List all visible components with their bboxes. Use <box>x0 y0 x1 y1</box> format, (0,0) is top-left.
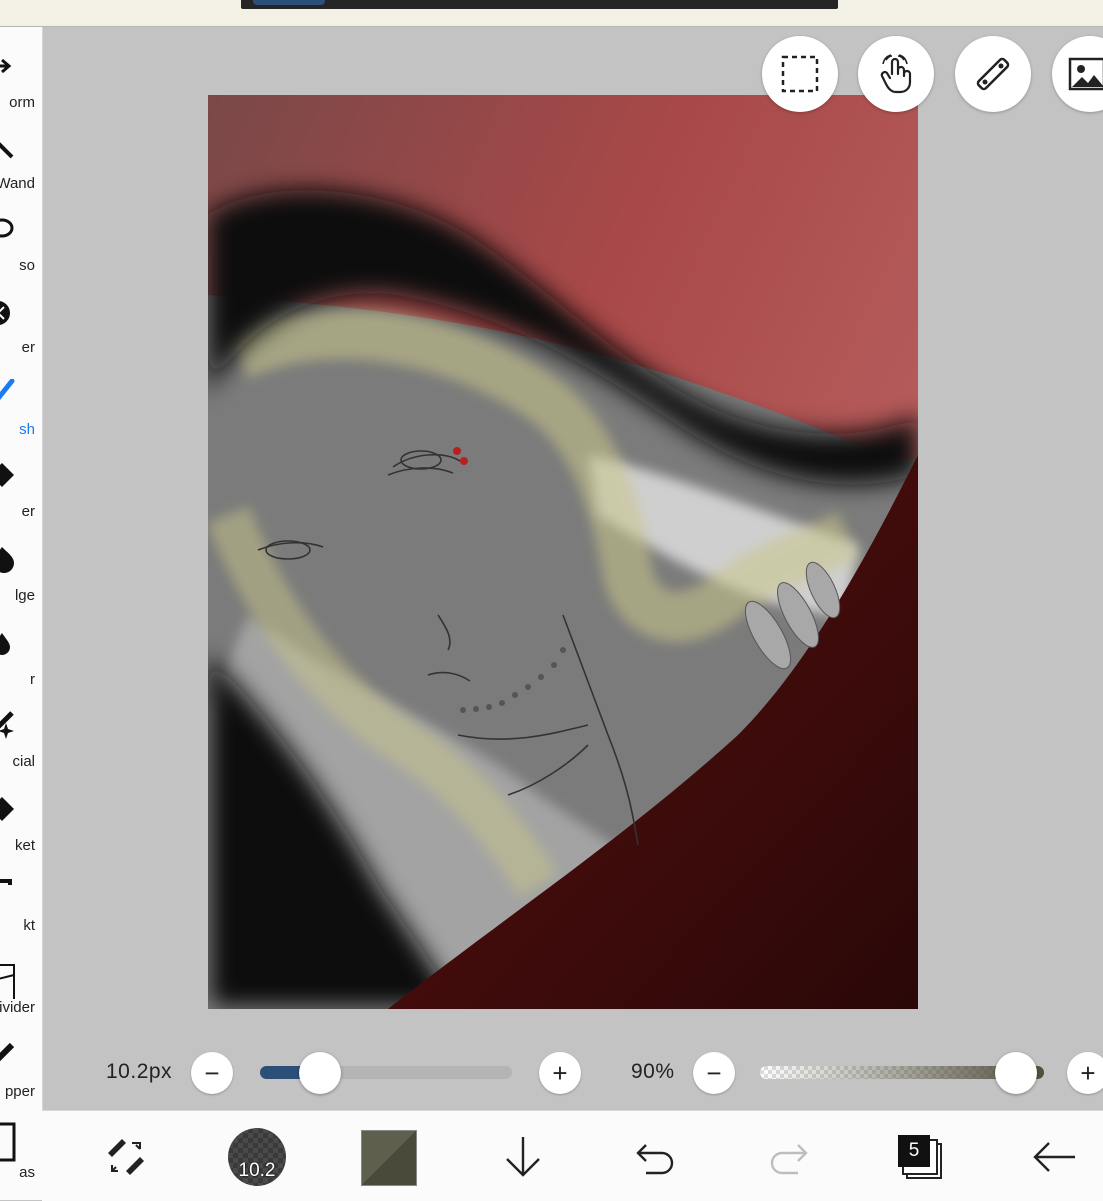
tool-smudge[interactable]: lge <box>0 545 42 629</box>
tool-label: Wand <box>0 175 35 192</box>
opacity-slider-handle[interactable] <box>994 1052 1037 1094</box>
tool-label: as <box>19 1164 35 1181</box>
tool-bucket[interactable]: ket <box>0 795 42 879</box>
selection-button[interactable] <box>762 36 838 112</box>
top-tab-strip <box>241 0 838 9</box>
left-toolbar: orm Wand so er sh er lge r cial ket kt i… <box>0 27 43 1200</box>
magic-wand-icon <box>0 142 14 159</box>
minus-icon: − <box>706 1058 722 1088</box>
gesture-button[interactable] <box>858 36 934 112</box>
plus-icon: + <box>552 1058 568 1088</box>
tool-label: so <box>19 257 35 274</box>
tool-label: ivider <box>0 999 35 1016</box>
bucket-icon <box>0 797 14 821</box>
top-status-bar <box>0 0 1103 27</box>
opacity-increase-button[interactable]: + <box>1067 1052 1103 1094</box>
swap-brush-eraser-button[interactable] <box>100 1131 152 1183</box>
color-swatch <box>361 1130 417 1186</box>
opacity-label: 90% <box>631 1060 675 1083</box>
redo-button[interactable] <box>762 1131 814 1183</box>
brush-icon <box>0 379 15 401</box>
tool-label: orm <box>9 94 35 111</box>
dashed-selection-icon <box>781 55 819 93</box>
blur-icon <box>0 633 10 655</box>
brush-size-increase-button[interactable]: + <box>539 1052 581 1094</box>
tool-frame-divider[interactable]: ivider <box>0 957 42 1041</box>
brush-size-slider[interactable] <box>260 1066 512 1079</box>
arrow-down-icon <box>506 1137 540 1177</box>
redo-icon <box>770 1144 808 1175</box>
brush-preview-size: 10.2 <box>238 1160 276 1181</box>
canvas-icon <box>0 1122 16 1162</box>
tool-special-brush[interactable]: cial <box>0 711 42 795</box>
tool-lasso[interactable]: so <box>0 215 42 299</box>
tool-brush[interactable]: sh <box>0 379 42 463</box>
bottom-toolbar: 10.2 5 <box>42 1110 1103 1201</box>
lasso-icon <box>0 218 14 238</box>
filter-icon <box>0 301 10 325</box>
download-button[interactable] <box>498 1131 548 1183</box>
tool-eyedropper[interactable]: pper <box>0 1041 42 1125</box>
tool-label: r <box>30 671 35 688</box>
tool-text[interactable]: kt <box>0 875 42 959</box>
arrow-left-icon <box>1033 1142 1075 1172</box>
ruler-button[interactable] <box>955 36 1031 112</box>
layers-count: 5 <box>898 1135 930 1167</box>
smudge-icon <box>0 547 14 573</box>
frame-divider-icon <box>0 964 15 999</box>
tool-magic-wand[interactable]: Wand <box>0 133 42 217</box>
image-button[interactable] <box>1052 36 1103 112</box>
tool-label: er <box>21 339 35 356</box>
minus-icon: − <box>204 1058 220 1088</box>
ruler-icon <box>976 57 1010 91</box>
tool-canvas[interactable]: as <box>0 1122 42 1200</box>
special-brush-icon <box>0 711 14 739</box>
tool-filter[interactable]: er <box>0 297 42 381</box>
undo-icon <box>636 1144 674 1175</box>
tool-transform[interactable]: orm <box>0 52 42 136</box>
layers-button[interactable]: 5 <box>894 1131 946 1183</box>
opacity-decrease-button[interactable]: − <box>693 1052 735 1094</box>
brush-size-decrease-button[interactable]: − <box>191 1052 233 1094</box>
brush-size-label: 10.2px <box>106 1060 173 1083</box>
eyedropper-icon <box>0 1042 15 1062</box>
layers-icon: 5 <box>896 1133 944 1181</box>
tool-eraser[interactable]: er <box>0 461 42 545</box>
brush-preview-button[interactable]: 10.2 <box>227 1127 287 1187</box>
tool-label: cial <box>12 753 35 770</box>
text-icon <box>0 879 12 885</box>
swap-brush-eraser-icon <box>108 1139 144 1175</box>
brush-preview-circle: 10.2 <box>228 1128 286 1186</box>
undo-button[interactable] <box>630 1131 682 1183</box>
tool-label: ket <box>14 837 35 854</box>
transform-icon <box>0 58 12 74</box>
tool-label: sh <box>19 421 35 438</box>
eraser-icon <box>0 463 14 487</box>
artwork <box>208 95 918 1009</box>
plus-icon: + <box>1080 1058 1096 1088</box>
image-icon <box>1068 57 1103 91</box>
brush-size-slider-handle[interactable] <box>299 1052 342 1094</box>
drawing-canvas[interactable] <box>208 95 918 1009</box>
tool-label: er <box>21 503 35 520</box>
tool-blur[interactable]: r <box>0 629 42 713</box>
back-button[interactable] <box>1026 1131 1082 1183</box>
hand-touch-icon <box>880 54 912 94</box>
color-swatch-button[interactable] <box>360 1129 418 1187</box>
tool-label: kt <box>23 917 35 934</box>
tool-label: lge <box>14 587 35 604</box>
tool-label: pper <box>4 1083 35 1100</box>
